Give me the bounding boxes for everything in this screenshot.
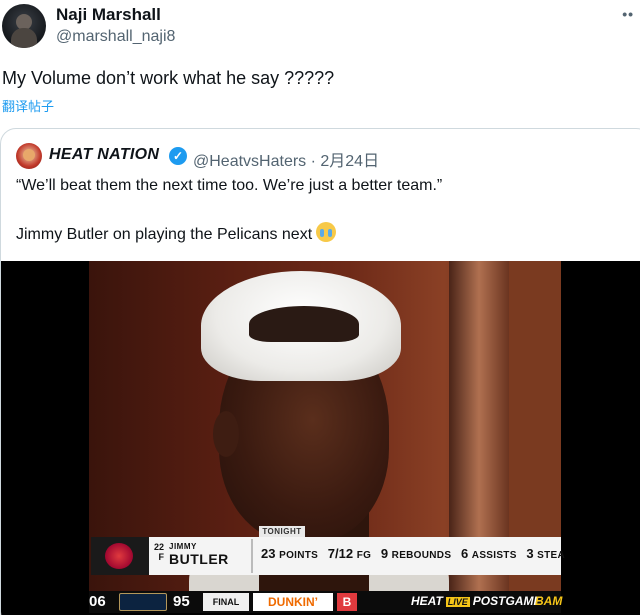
quote-handle-date: @HeatvsHaters · 2月24日 <box>193 153 380 170</box>
quote-text-line2-label: Jimmy Butler on playing the Pelicans nex… <box>16 226 313 243</box>
more-horizontal-icon[interactable]: •• <box>622 6 634 22</box>
author-avatar[interactable] <box>2 4 46 48</box>
ticker-score-home: 06 <box>89 593 106 610</box>
quote-text-line2: Jimmy Butler on playing the Pelicans nex… <box>16 222 337 244</box>
quoted-tweet-card[interactable]: HEAT NATION ✓ @HeatvsHaters · 2月24日 “We’… <box>0 128 640 615</box>
ticker-sponsor: DUNKIN’ <box>253 593 333 611</box>
lower-third-divider <box>251 539 253 573</box>
quote-text-line1: “We’ll beat them the next time too. We’r… <box>16 177 443 194</box>
tweet-header: Naji Marshall @marshall_naji8 •• <box>0 0 640 60</box>
player-last-name: BUTLER <box>169 551 229 567</box>
show-prefix: HEAT <box>411 594 443 608</box>
ticker-score-away: 95 <box>173 593 190 610</box>
tweet-text: My Volume don’t work what he say ????? <box>2 68 335 88</box>
stat-value: 9 <box>380 546 389 561</box>
stat-label: REBOUNDS <box>391 550 452 561</box>
stat-value: 6 <box>460 546 469 561</box>
translate-post-link[interactable]: 翻译帖子 <box>2 96 54 115</box>
avatar-figure-body <box>11 28 37 48</box>
player-stats: 23 POINTS 7/12 FG 9 REBOUNDS 6 ASSISTS 3… <box>261 546 571 561</box>
stat-value: 7/12 <box>327 546 354 561</box>
quote-author-avatar <box>16 143 42 169</box>
ticker-show-tail: BAM <box>535 594 563 608</box>
ticker-status: FINAL <box>203 593 249 611</box>
show-suffix: POSTGAME <box>472 594 542 608</box>
stat-value: 23 <box>261 546 276 561</box>
loudly-crying-face-icon <box>316 222 337 242</box>
stat-value: 3 <box>526 546 534 561</box>
player-cap-strap <box>249 306 359 342</box>
player-position: F <box>158 552 165 562</box>
author-name[interactable]: Naji Marshall <box>56 5 161 25</box>
verified-badge-icon: ✓ <box>169 147 187 165</box>
player-number-position: 22 F <box>154 542 164 562</box>
stat-label: ASSISTS <box>471 550 517 561</box>
player-ear <box>213 411 239 457</box>
show-live-badge: LIVE <box>445 597 470 607</box>
player-number: 22 <box>154 542 165 552</box>
quote-video-media[interactable]: TONIGHT 22 F JIMMY BUTLER 23 POINTS 7/12… <box>1 261 640 615</box>
ticker-show-title: HEAT LIVE POSTGAME <box>411 594 541 608</box>
quote-author-name: HEAT NATION <box>49 146 160 163</box>
stat-label: STEA <box>537 550 566 561</box>
heat-logo-icon <box>105 543 133 569</box>
author-handle[interactable]: @marshall_naji8 <box>56 28 175 46</box>
stat-label: POINTS <box>279 550 319 561</box>
pelicans-logo-icon <box>119 593 167 611</box>
ticker-sponsor-mark: B <box>337 593 357 611</box>
player-first-name: JIMMY <box>169 542 197 551</box>
stat-label: FG <box>356 550 372 561</box>
